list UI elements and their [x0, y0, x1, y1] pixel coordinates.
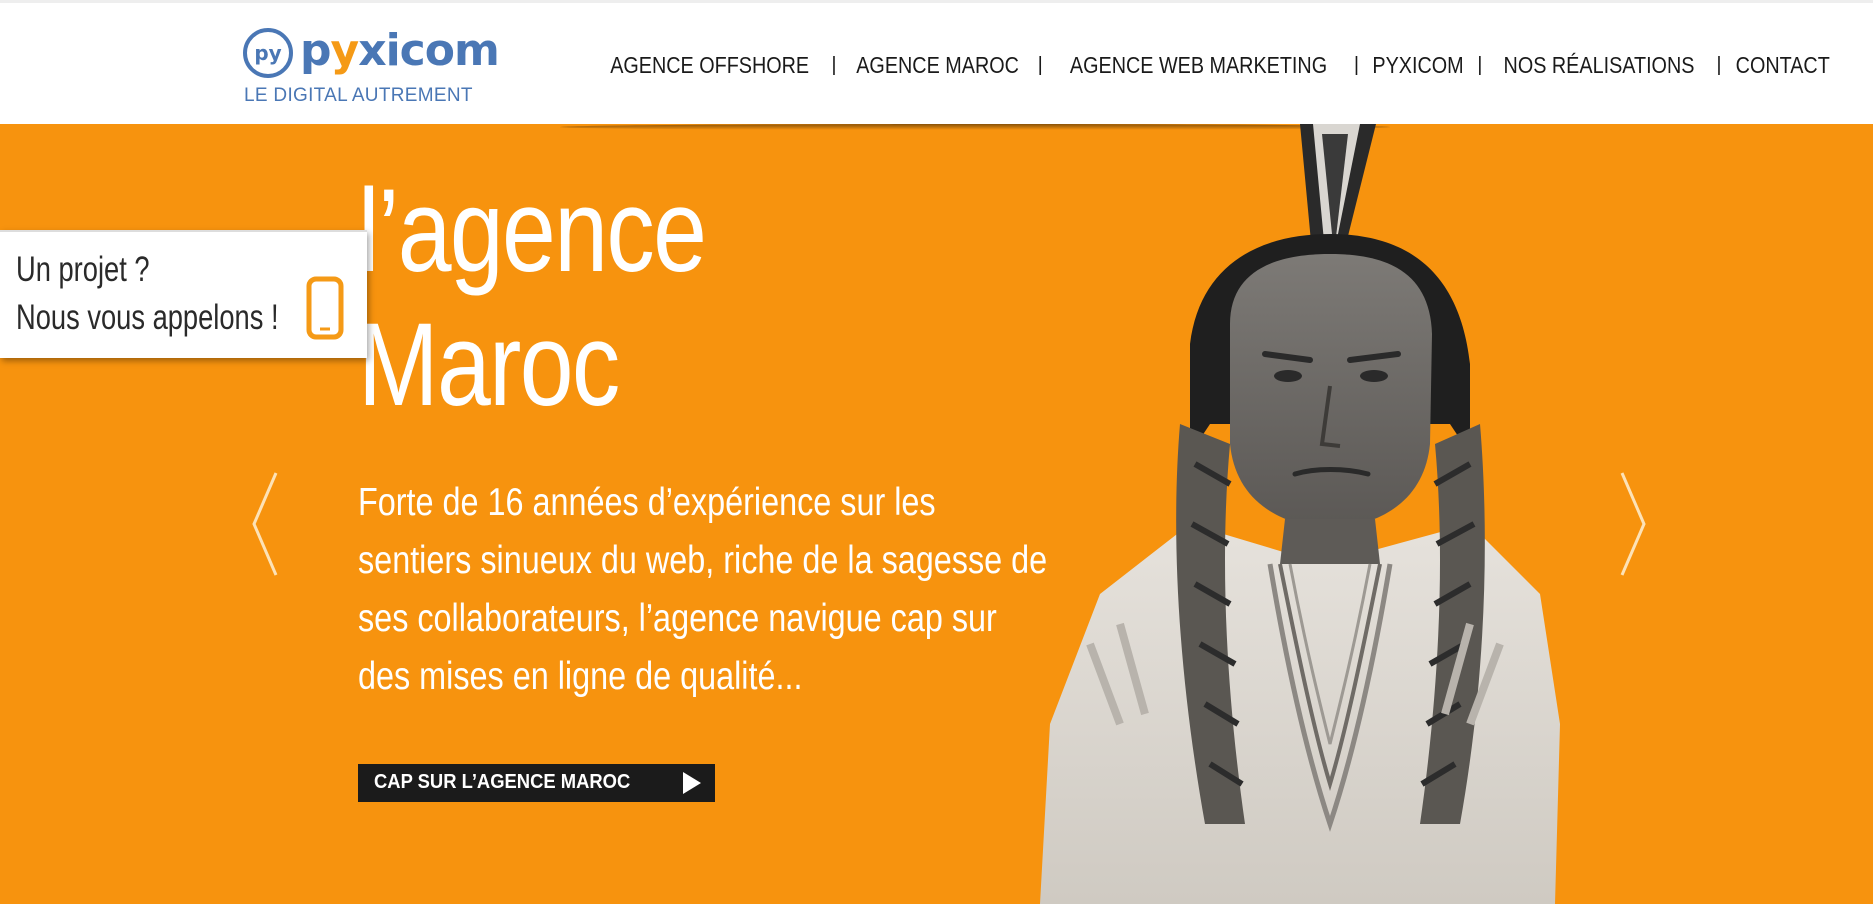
nav-item-contact[interactable]: CONTACT: [1735, 52, 1829, 79]
page: py pyxicom LE DIGITAL AUTREMENT AGENCE O…: [0, 0, 1873, 904]
hero-title-line2: Maroc: [358, 299, 620, 431]
nav-item-pyxicom[interactable]: PYXICOM: [1373, 52, 1464, 79]
cta-label: CAP SUR L’AGENCE MAROC: [374, 771, 631, 793]
chevron-right-icon[interactable]: [1612, 469, 1652, 579]
chevron-left-icon[interactable]: [246, 469, 286, 579]
nav-separator: |: [831, 53, 837, 76]
cap-sur-agence-maroc-button[interactable]: CAP SUR L’AGENCE MAROC: [358, 764, 715, 802]
nav-item-nos-realisations[interactable]: NOS RÉALISATIONS: [1504, 52, 1695, 79]
site-header: py pyxicom LE DIGITAL AUTREMENT AGENCE O…: [0, 0, 1873, 124]
nav-separator: |: [1037, 53, 1043, 76]
logo-tagline: LE DIGITAL AUTREMENT: [244, 85, 473, 106]
logo-wordmark: pyxicom: [300, 25, 500, 76]
chief-portrait-image: [1040, 124, 1560, 904]
callback-line-2: Nous vous appelons !: [16, 298, 279, 337]
nav-item-agence-web-marketing[interactable]: AGENCE WEB MARKETING: [1070, 52, 1327, 79]
hero-text-line: ses collaborateurs, l’agence navigue cap…: [358, 597, 997, 640]
hero-title-line1: l’agence: [358, 165, 707, 297]
hero-title: l’agence Maroc: [358, 164, 707, 432]
callback-tab[interactable]: Un projet ? Nous vous appelons !: [0, 230, 367, 358]
main-nav: AGENCE OFFSHORE | AGENCE MAROC | AGENCE …: [600, 49, 1831, 81]
logo[interactable]: py pyxicom LE DIGITAL AUTREMENT: [242, 25, 502, 111]
play-arrow-icon: [683, 772, 701, 794]
smartphone-icon: [306, 276, 344, 340]
hero-description: Forte de 16 années d’expérience sur les …: [358, 474, 1048, 706]
nav-separator: |: [1477, 53, 1483, 76]
py-circle-logo-icon: py: [243, 28, 293, 78]
nav-item-agence-offshore[interactable]: AGENCE OFFSHORE: [610, 52, 809, 79]
nav-separator: |: [1716, 53, 1722, 76]
nav-item-agence-maroc[interactable]: AGENCE MAROC: [856, 52, 1019, 79]
hero-text-line: des mises en ligne de qualité...: [358, 655, 803, 698]
hero-text-line: sentiers sinueux du web, riche de la sag…: [358, 539, 1048, 582]
svg-text:py: py: [254, 41, 281, 65]
nav-separator: |: [1353, 53, 1360, 76]
hero-text-line: Forte de 16 années d’expérience sur les: [358, 481, 936, 524]
callback-line-1: Un projet ?: [16, 250, 150, 289]
